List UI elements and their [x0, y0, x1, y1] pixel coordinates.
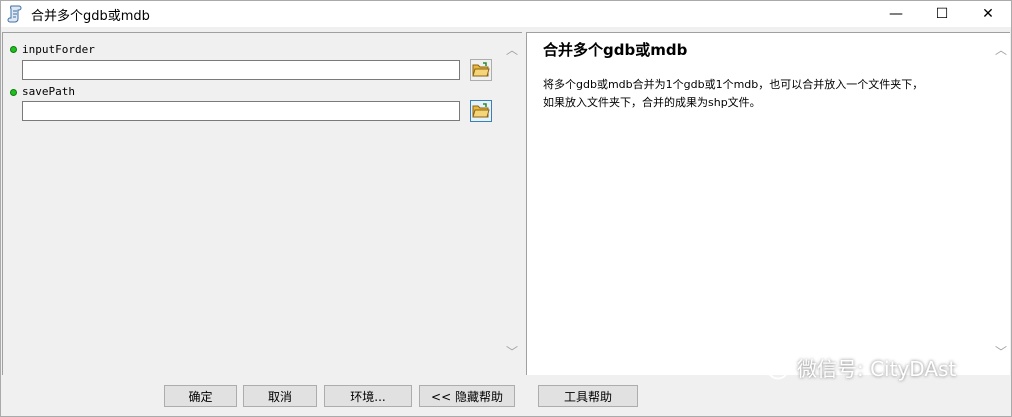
script-icon — [7, 5, 22, 23]
help-description-line: 将多个gdb或mdb合并为1个gdb或1个mdb，也可以合并放入一个文件夹下， — [543, 78, 924, 91]
tool-dialog-window: 合并多个gdb或mdb — ☐ ✕ inputForder savePath ︿… — [0, 0, 1012, 417]
open-folder-icon — [472, 103, 490, 118]
ok-button[interactable]: 确定 — [164, 385, 237, 407]
maximize-icon: ☐ — [935, 6, 949, 22]
help-title: 合并多个gdb或mdb — [543, 41, 688, 59]
hide-help-button[interactable]: << 隐藏帮助 — [419, 385, 515, 407]
scroll-up-icon[interactable]: ︿ — [505, 43, 519, 57]
minimize-icon: — — [889, 6, 903, 22]
param-label-savepath: savePath — [22, 85, 75, 98]
required-indicator-icon — [10, 46, 17, 53]
scroll-down-icon[interactable]: ﹀ — [994, 345, 1008, 359]
scroll-down-icon[interactable]: ﹀ — [505, 345, 519, 359]
maximize-button[interactable]: ☐ — [919, 1, 965, 27]
title-bar: 合并多个gdb或mdb — ☐ ✕ — [1, 1, 1011, 27]
param-label-inputforder: inputForder — [22, 43, 95, 56]
browse-inputforder-button[interactable] — [470, 59, 492, 81]
help-scrollbar[interactable]: ︿ ﹀ — [992, 33, 1010, 373]
savepath-field[interactable] — [22, 101, 460, 121]
watermark: 微信号: CityDAst — [759, 353, 956, 382]
scroll-up-icon[interactable]: ︿ — [994, 43, 1008, 57]
cancel-button[interactable]: 取消 — [243, 385, 317, 407]
parameters-panel: inputForder savePath — [2, 32, 522, 375]
window-title: 合并多个gdb或mdb — [31, 9, 150, 24]
help-panel: 合并多个gdb或mdb 将多个gdb或mdb合并为1个gdb或1个mdb，也可以… — [526, 32, 1010, 375]
watermark-text: 微信号: CityDAst — [797, 357, 957, 381]
browse-savepath-button[interactable] — [470, 100, 492, 122]
button-bar: 确定 取消 环境... << 隐藏帮助 工具帮助 — [1, 376, 1011, 416]
required-indicator-icon — [10, 89, 17, 96]
environments-button[interactable]: 环境... — [324, 385, 412, 407]
wechat-icon — [759, 356, 788, 379]
open-folder-icon — [472, 62, 490, 77]
close-button[interactable]: ✕ — [965, 1, 1011, 27]
close-icon: ✕ — [982, 6, 994, 22]
help-description: 将多个gdb或mdb合并为1个gdb或1个mdb，也可以合并放入一个文件夹下， … — [543, 76, 983, 112]
help-description-line: 如果放入文件夹下，合并的成果为shp文件。 — [543, 96, 761, 109]
parameters-scrollbar[interactable]: ︿ ﹀ — [503, 33, 521, 373]
tool-help-button[interactable]: 工具帮助 — [538, 385, 638, 407]
inputforder-field[interactable] — [22, 60, 460, 80]
minimize-button[interactable]: — — [873, 1, 919, 27]
